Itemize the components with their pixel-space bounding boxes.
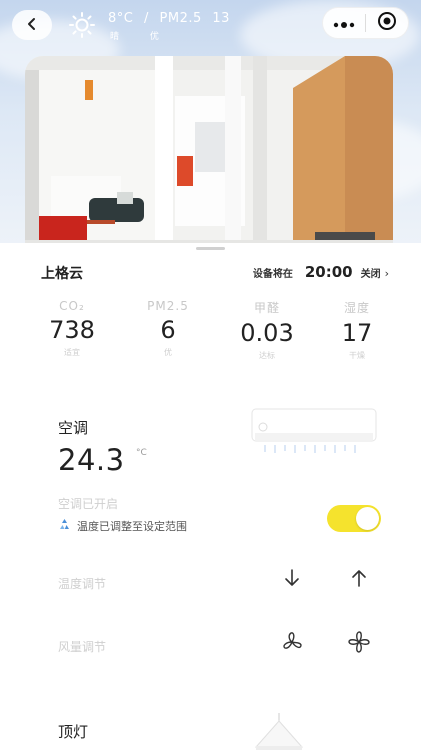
fan-control-label: 风量调节	[58, 640, 107, 654]
more-button[interactable]	[323, 7, 365, 39]
more-dots-icon	[333, 14, 355, 33]
ceiling-lamp-icon	[252, 713, 306, 750]
ac-temperature: 24.3	[58, 443, 125, 477]
schedule-link[interactable]: 设备将在 20:00 关闭 ›	[253, 263, 389, 281]
fan-low-button[interactable]	[279, 631, 305, 657]
weather-pm-label: PM2.5	[159, 11, 202, 26]
temp-up-button[interactable]	[346, 567, 372, 593]
air-conditioner-image	[251, 405, 377, 455]
metric-co2: CO₂ 738 适宜	[32, 299, 112, 358]
weather-temp: 8°C	[108, 11, 134, 26]
chevron-right-icon: ›	[384, 267, 389, 280]
top-bar: 8°C / PM2.5 13 晴 优	[0, 0, 421, 50]
metric-value: 17	[341, 319, 373, 347]
schedule-action: 关闭	[360, 269, 381, 280]
ac-temperature-unit: °C	[136, 448, 147, 458]
header-hero: 8°C / PM2.5 13 晴 优	[0, 0, 421, 250]
metric-value: 738	[49, 316, 95, 344]
schedule-time: 20:00	[304, 263, 353, 281]
room-photo	[25, 56, 393, 248]
metric-label: 湿度	[343, 301, 370, 315]
close-button[interactable]	[366, 7, 408, 39]
metric-pm25: PM2.5 6 优	[128, 299, 208, 358]
arrow-down-icon	[283, 568, 301, 592]
chevron-left-icon	[25, 16, 39, 35]
weather-separator: /	[144, 11, 149, 26]
fan-high-button[interactable]	[346, 631, 372, 657]
ac-note-text: 温度已调整至设定范围	[77, 519, 187, 533]
weather-summary: 8°C / PM2.5 13	[108, 11, 230, 26]
metric-value: 6	[160, 316, 176, 344]
schedule-label: 设备将在	[252, 269, 293, 280]
metric-sub: 达标	[259, 351, 275, 360]
ac-status: 空调已开启	[58, 497, 119, 511]
temp-control-label: 温度调节	[58, 577, 107, 591]
weather-detail: 晴 优	[108, 29, 159, 42]
metric-humidity: 湿度 17 干燥	[317, 299, 397, 361]
metric-sub: 优	[164, 348, 172, 357]
recycle-icon	[58, 516, 71, 535]
fan-large-icon	[347, 630, 371, 658]
drag-handle[interactable]	[196, 247, 225, 250]
back-button[interactable]	[12, 10, 52, 40]
temp-down-button[interactable]	[279, 567, 305, 593]
lamp-title: 顶灯	[58, 723, 89, 741]
metric-sub: 适宜	[64, 348, 80, 357]
weather-air-quality: 优	[149, 32, 159, 42]
device-panel: 上格云 设备将在 20:00 关闭 › CO₂ 738 适宜 PM2.5 6 优…	[0, 243, 421, 750]
toggle-knob	[356, 507, 379, 530]
room-name: 上格云	[41, 266, 83, 282]
weather-pm-value: 13	[212, 11, 230, 26]
metric-label: 甲醛	[253, 301, 280, 315]
target-close-icon	[377, 11, 397, 35]
arrow-up-icon	[350, 568, 368, 592]
metric-label: PM2.5	[147, 299, 189, 313]
ac-power-toggle[interactable]	[327, 505, 381, 532]
metric-label: CO₂	[59, 299, 85, 313]
metric-formaldehyde: 甲醛 0.03 达标	[227, 299, 307, 361]
fan-small-icon	[281, 631, 303, 657]
sun-icon	[68, 11, 96, 43]
miniprogram-capsule	[322, 7, 409, 39]
ac-note: 温度已调整至设定范围	[58, 516, 187, 535]
ac-title: 空调	[58, 419, 89, 437]
metric-value: 0.03	[240, 319, 294, 347]
weather-condition: 晴	[110, 32, 120, 42]
metric-sub: 干燥	[349, 351, 365, 360]
